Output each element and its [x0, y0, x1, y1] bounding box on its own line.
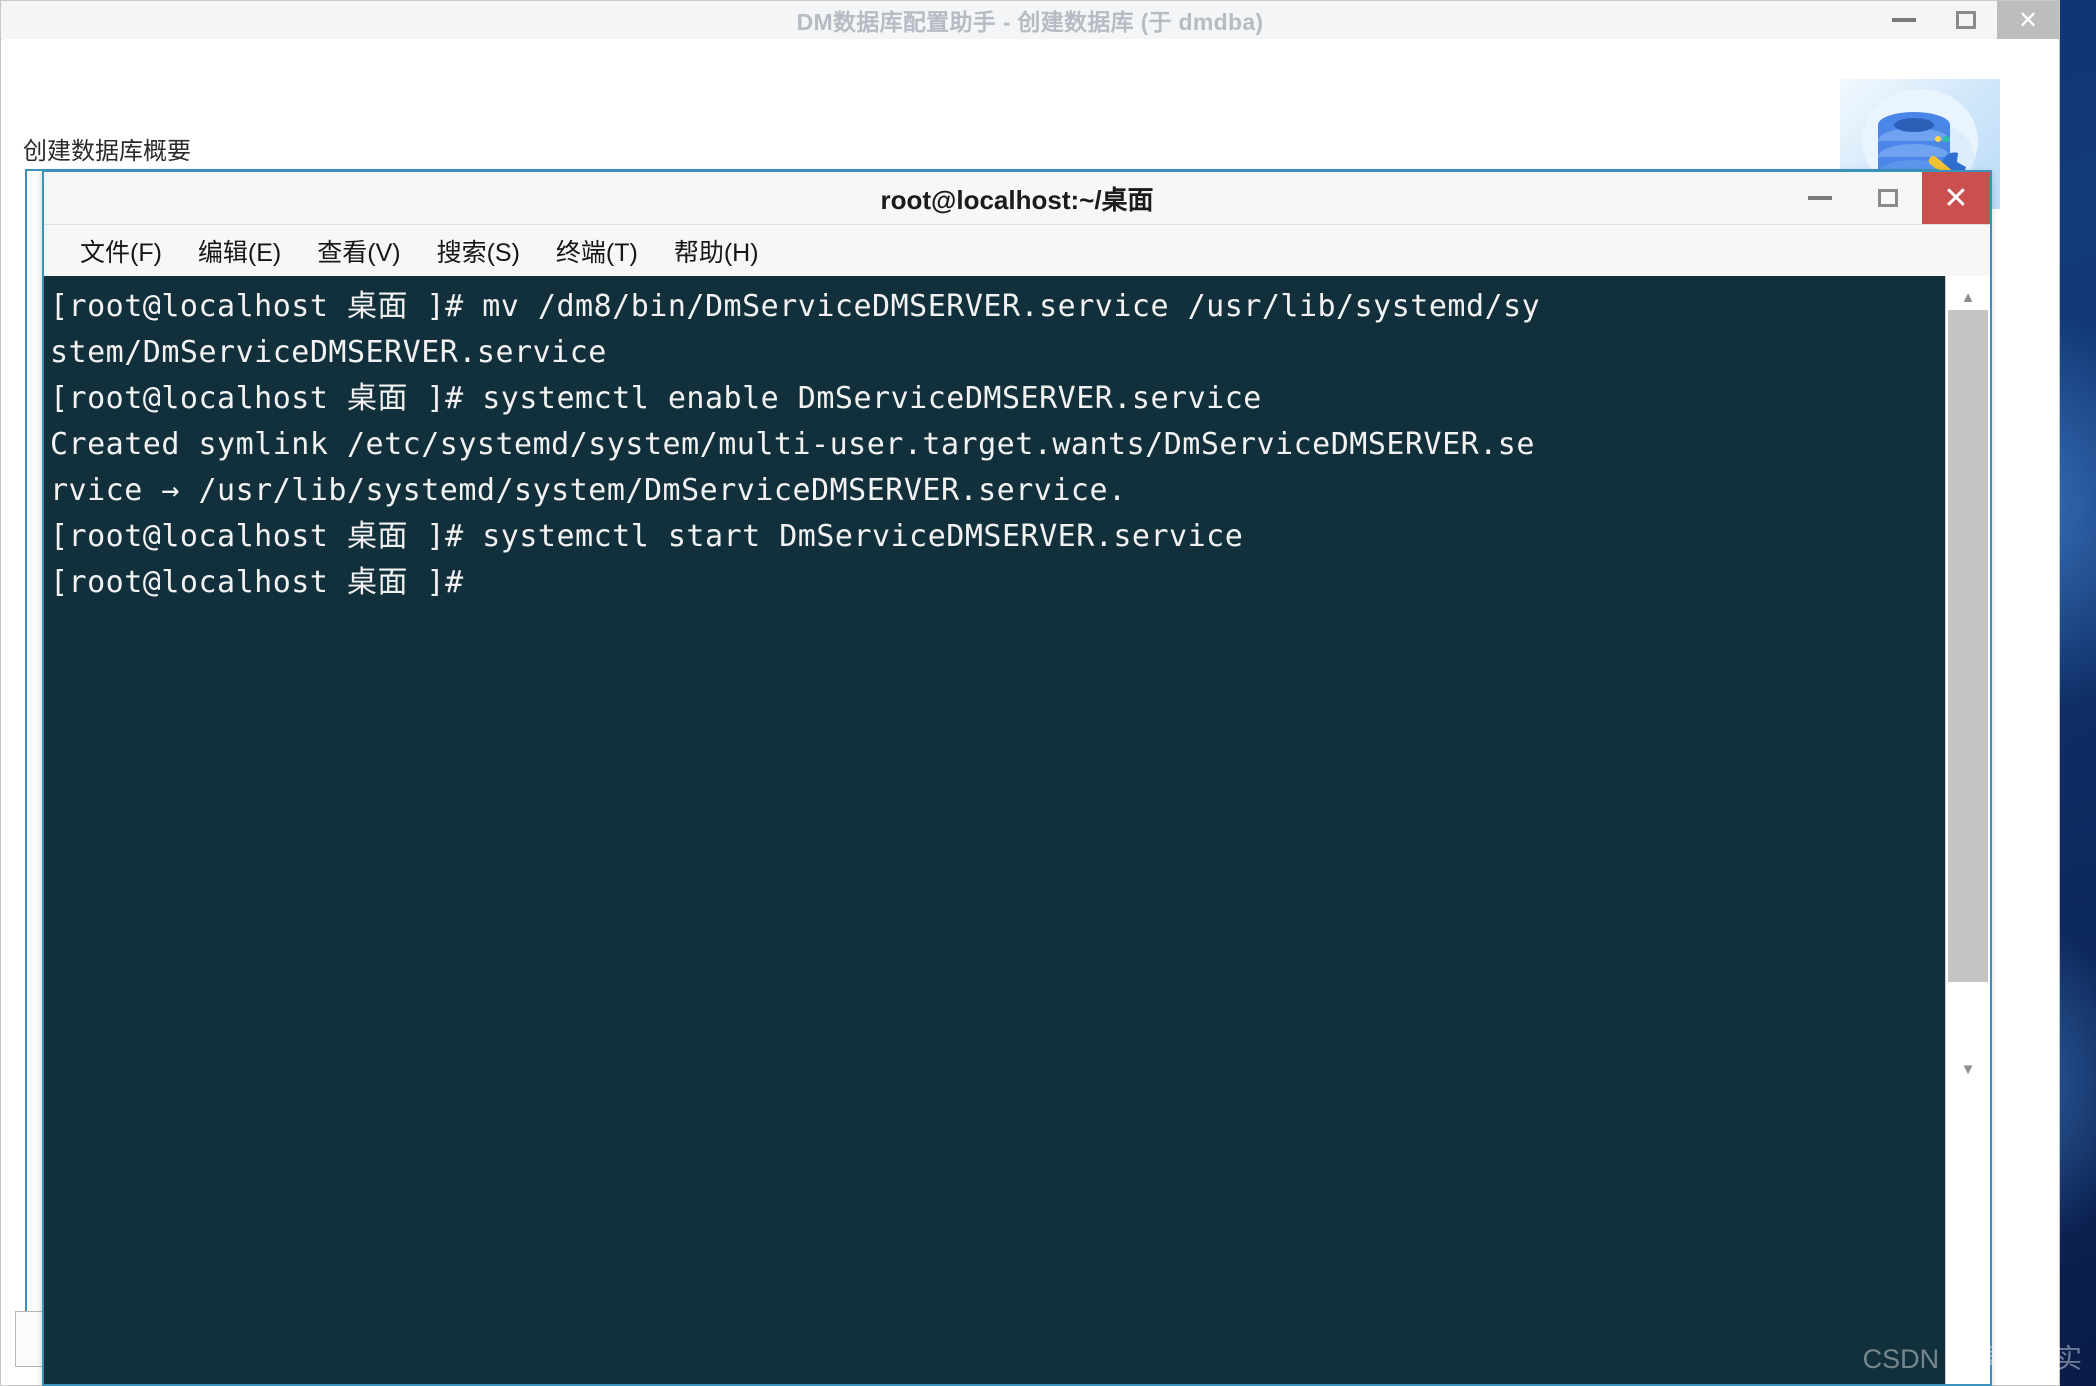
terminal-window-title: root@localhost:~/桌面	[880, 184, 1154, 215]
dm-window-title: DM数据库配置助手 - 创建数据库 (于 dmdba)	[796, 9, 1264, 35]
dm-close-button[interactable]: ✕	[1997, 1, 2059, 39]
dm-header-band	[2, 39, 2058, 209]
terminal-window-controls[interactable]: ✕	[1786, 172, 1990, 224]
maximize-icon	[1956, 11, 1976, 29]
terminal-close-button[interactable]: ✕	[1922, 172, 1990, 224]
terminal-scrollbar[interactable]: ▲ ▼	[1945, 276, 1990, 1384]
dm-minimize-button[interactable]	[1873, 1, 1935, 39]
terminal-titlebar[interactable]: root@localhost:~/桌面 ✕	[44, 172, 1990, 224]
maximize-icon	[1878, 189, 1898, 207]
terminal-menubar[interactable]: 文件(F) 编辑(E) 查看(V) 搜索(S) 终端(T) 帮助(H)	[44, 224, 1990, 276]
dm-maximize-button[interactable]	[1935, 1, 1997, 39]
menu-search[interactable]: 搜索(S)	[419, 233, 538, 269]
dm-window-controls[interactable]: ✕	[1873, 1, 2059, 39]
menu-help[interactable]: 帮助(H)	[656, 233, 777, 269]
menu-file[interactable]: 文件(F)	[62, 233, 180, 269]
terminal-output[interactable]: [root@localhost 桌面 ]# mv /dm8/bin/DmServ…	[44, 276, 1946, 606]
page-title: 创建数据库概要	[23, 138, 191, 165]
minimize-icon	[1892, 18, 1916, 22]
terminal-scroll-down-button[interactable]: ▼	[1946, 1054, 1990, 1084]
terminal-maximize-button[interactable]	[1854, 172, 1922, 224]
terminal-minimize-button[interactable]	[1786, 172, 1854, 224]
minimize-icon	[1808, 196, 1832, 200]
dm-titlebar[interactable]: DM数据库配置助手 - 创建数据库 (于 dmdba) ✕	[1, 1, 2059, 40]
close-icon: ✕	[1943, 181, 1969, 215]
terminal-body[interactable]: [root@localhost 桌面 ]# mv /dm8/bin/DmServ…	[44, 276, 1990, 1384]
terminal-window[interactable]: root@localhost:~/桌面 ✕ 文件(F) 编辑(E) 查看(V) …	[42, 170, 1992, 1386]
terminal-scroll-up-button[interactable]: ▲	[1946, 282, 1990, 312]
menu-terminal[interactable]: 终端(T)	[538, 233, 656, 269]
menu-view[interactable]: 查看(V)	[299, 233, 418, 269]
menu-edit[interactable]: 编辑(E)	[180, 233, 299, 269]
close-icon: ✕	[2017, 6, 2039, 34]
terminal-scroll-thumb[interactable]	[1948, 310, 1988, 982]
